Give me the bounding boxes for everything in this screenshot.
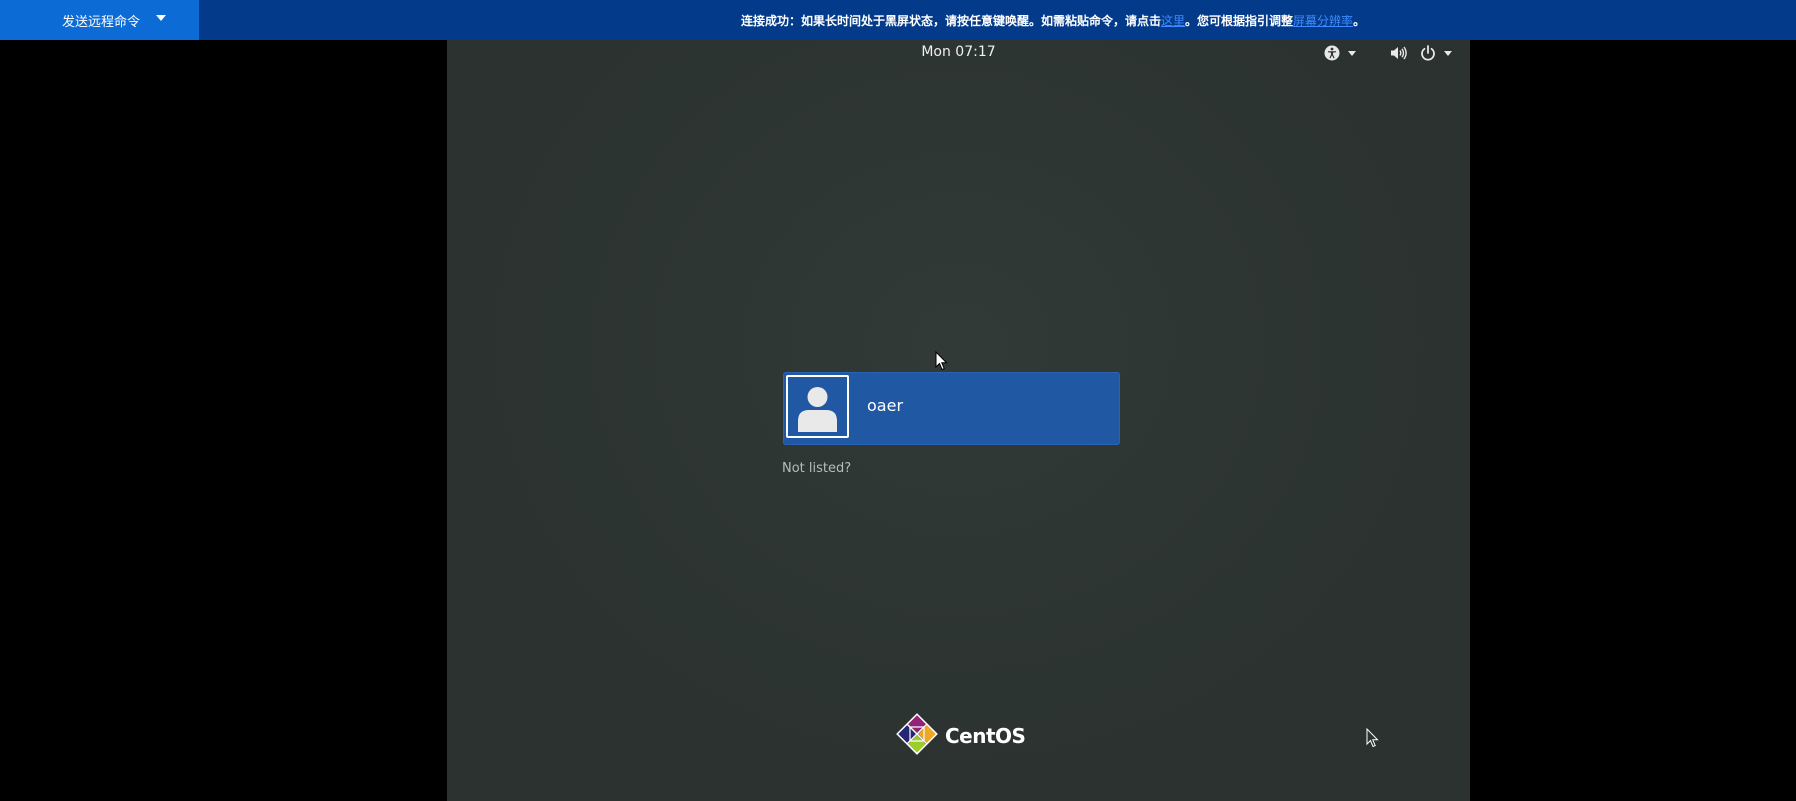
- chevron-down-icon[interactable]: [1444, 50, 1452, 56]
- accessibility-menu[interactable]: [1324, 44, 1356, 62]
- chevron-down-icon[interactable]: [1348, 50, 1356, 56]
- screen-resolution-link[interactable]: 屏幕分辨率: [1293, 12, 1353, 29]
- user-list-item[interactable]: oaer: [783, 372, 1120, 445]
- power-icon[interactable]: [1420, 45, 1436, 61]
- paste-command-link[interactable]: 这里: [1161, 12, 1185, 29]
- remote-console-bar: 发送远程命令 连接成功：如果长时间处于黑屏状态，请按任意键唤醒。如需粘贴命令，请…: [0, 0, 1796, 40]
- accessibility-icon[interactable]: [1324, 45, 1340, 61]
- system-menu[interactable]: [1390, 44, 1452, 62]
- not-listed-button[interactable]: Not listed?: [782, 461, 851, 476]
- mouse-cursor-icon: [1366, 728, 1379, 748]
- centos-logo-icon: [895, 712, 939, 760]
- chevron-down-icon[interactable]: [156, 15, 167, 21]
- send-remote-command-label: 发送远程命令: [62, 14, 141, 30]
- user-name: oaer: [867, 396, 904, 415]
- notice-text-after: 。: [1353, 13, 1366, 28]
- remote-screen[interactable]: Mon 07:17 oaer Not listed? CentOS: [447, 40, 1470, 801]
- send-remote-command-button[interactable]: 发送远程命令: [0, 0, 199, 40]
- volume-icon[interactable]: [1390, 45, 1408, 61]
- default-user-icon: [786, 375, 849, 438]
- notice-text-before: 连接成功：如果长时间处于黑屏状态，请按任意键唤醒。如需粘贴命令，请点击: [741, 13, 1162, 28]
- centos-brand: CentOS: [895, 712, 1026, 760]
- clock[interactable]: Mon 07:17: [447, 44, 1470, 60]
- brand-name: CentOS: [945, 724, 1026, 748]
- connection-notice: 连接成功：如果长时间处于黑屏状态，请按任意键唤醒。如需粘贴命令，请点击 这里 。…: [741, 0, 1365, 40]
- notice-text-middle: 。您可根据指引调整: [1185, 13, 1294, 28]
- mouse-cursor-icon: [935, 351, 948, 371]
